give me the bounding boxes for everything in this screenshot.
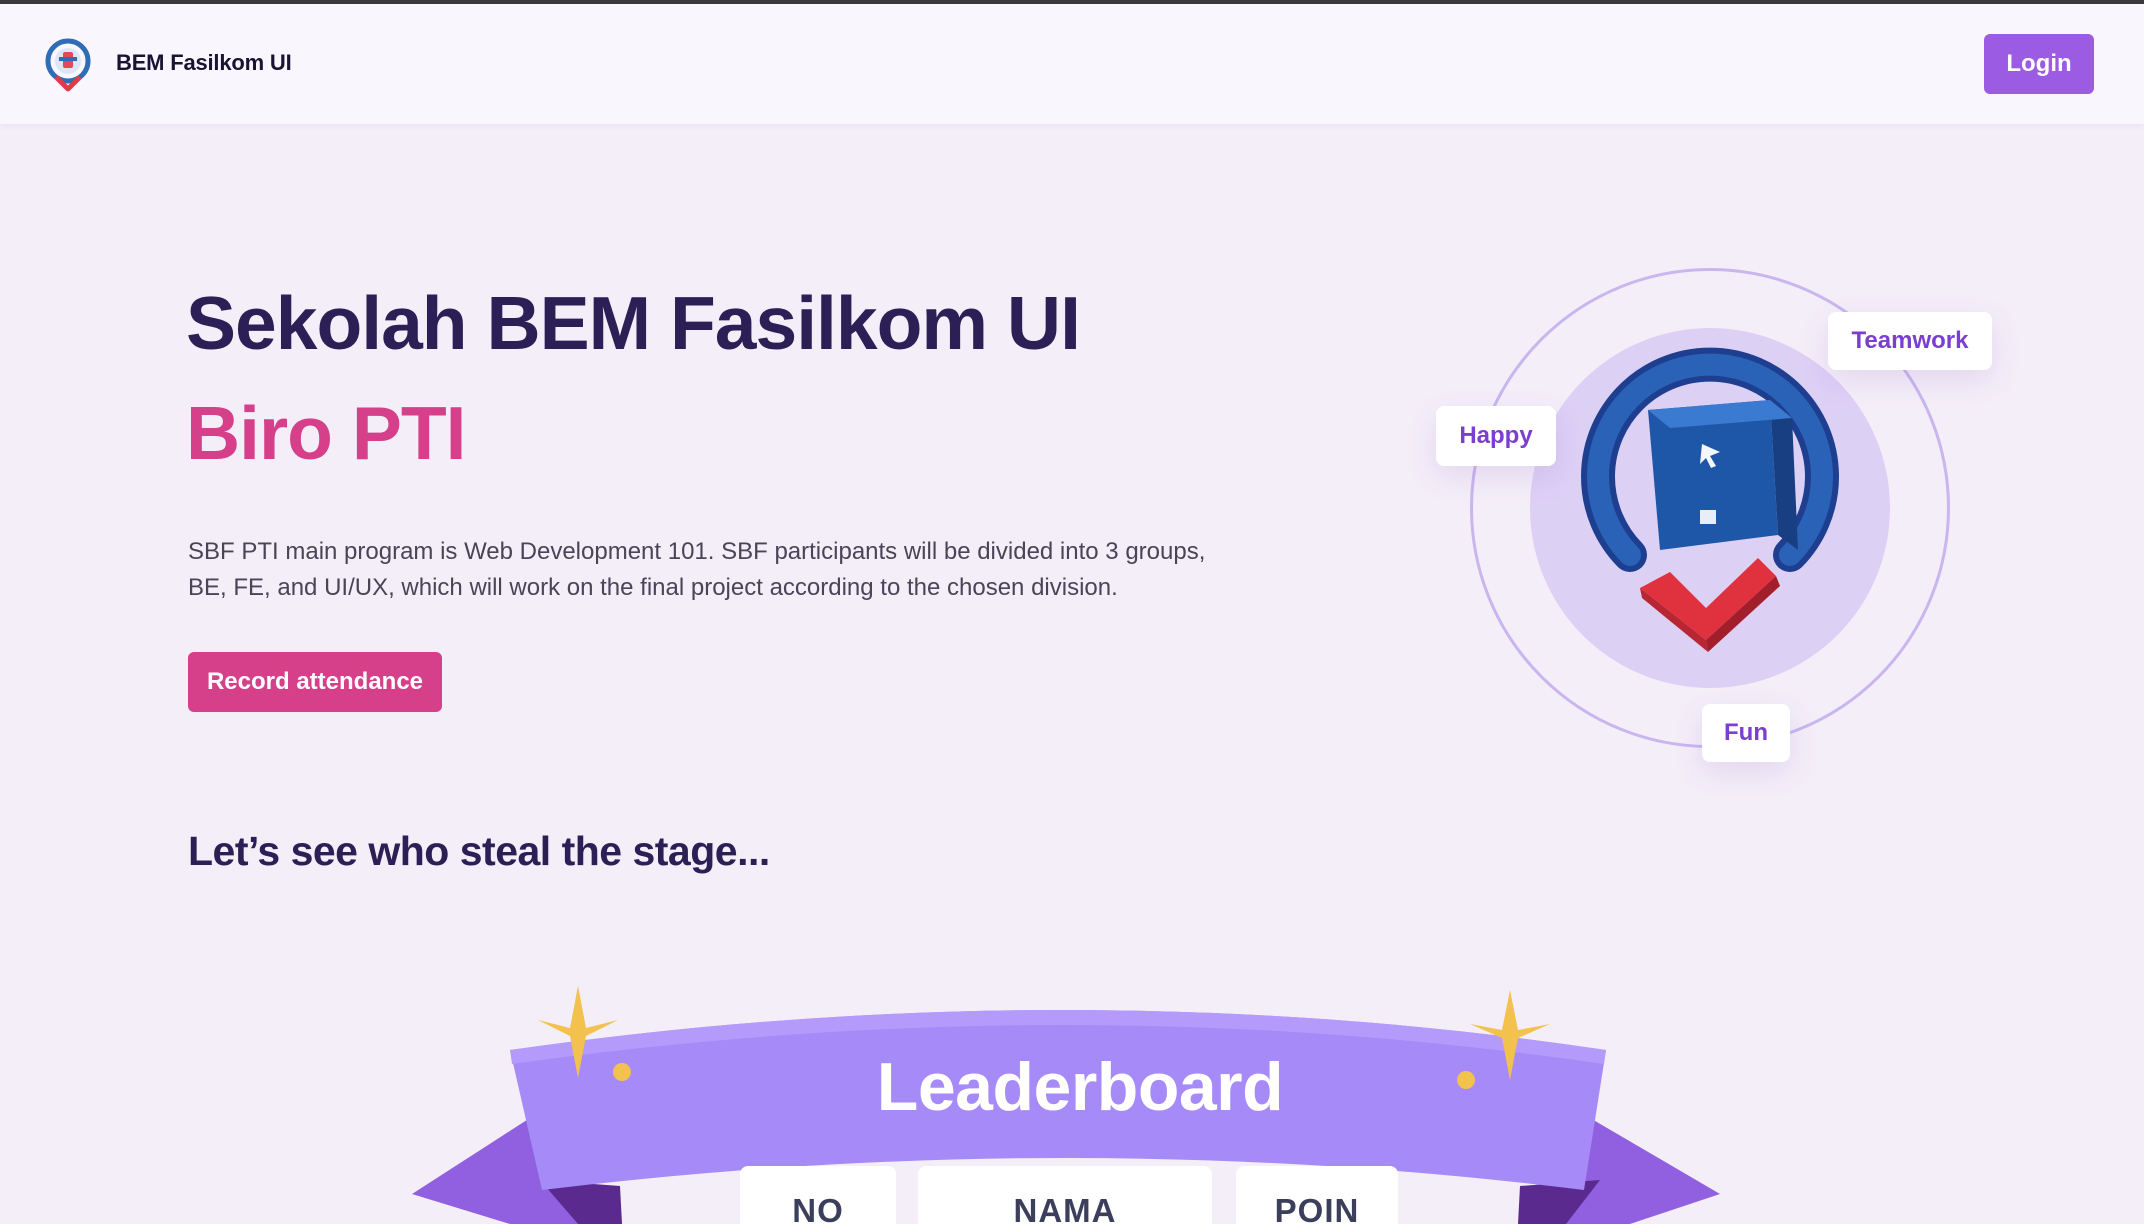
record-attendance-button[interactable]: Record attendance — [188, 652, 442, 712]
leaderboard-title: Leaderboard — [876, 1049, 1284, 1125]
tag-happy: Happy — [1436, 406, 1556, 466]
brand-name[interactable]: BEM Fasilkom UI — [116, 50, 292, 76]
tag-fun: Fun — [1702, 704, 1790, 762]
navbar: BEM Fasilkom UI Login — [0, 4, 2144, 124]
column-header-no[interactable]: NO — [740, 1166, 896, 1224]
column-header-nama[interactable]: NAMA — [918, 1166, 1212, 1224]
column-header-poin[interactable]: POIN — [1236, 1166, 1398, 1224]
tag-teamwork: Teamwork — [1828, 312, 1992, 370]
bem-logo-icon[interactable] — [42, 37, 94, 93]
login-button[interactable]: Login — [1984, 34, 2094, 94]
section-heading: Let’s see who steal the stage... — [188, 828, 770, 874]
hero-title: Sekolah BEM Fasilkom UI — [186, 281, 1081, 365]
sparkle-dot-icon — [613, 1063, 631, 1081]
sparkle-dot-icon — [1457, 1071, 1475, 1089]
hero-subtitle: Biro PTI — [186, 391, 467, 475]
location-check-icon — [1581, 347, 1839, 652]
hero-description: SBF PTI main program is Web Development … — [188, 538, 1206, 601]
